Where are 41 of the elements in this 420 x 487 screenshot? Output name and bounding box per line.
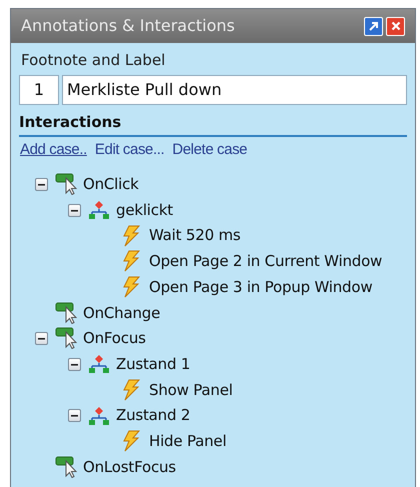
popout-button[interactable]: [364, 16, 383, 36]
event-cursor-icon: [55, 456, 79, 478]
field-label: Footnote and Label: [20, 50, 166, 71]
lightning-icon: [121, 224, 141, 247]
tree-item[interactable]: OnClick: [83, 173, 139, 196]
tree-item[interactable]: OnChange: [83, 302, 160, 324]
case-link[interactable]: Edit case...: [94, 139, 164, 162]
hierarchy-icon: [88, 200, 110, 220]
tree-item[interactable]: Zustand 1: [116, 352, 190, 376]
event-cursor-icon: [55, 173, 79, 196]
collapse-icon[interactable]: [35, 332, 48, 345]
tree-item[interactable]: OnFocus: [83, 327, 146, 350]
tree-item[interactable]: Open Page 2 in Current Window: [149, 250, 382, 273]
collapse-icon[interactable]: [68, 409, 81, 422]
hierarchy-icon: [88, 406, 110, 426]
footnote-number-field[interactable]: 1: [19, 74, 59, 104]
hierarchy-icon: [88, 354, 110, 374]
arrow-icon: [368, 20, 379, 32]
section-heading: Interactions: [19, 112, 122, 132]
close-icon: [390, 21, 400, 31]
case-link[interactable]: Delete case: [172, 139, 248, 162]
tree-item[interactable]: Zustand 2: [116, 404, 190, 427]
lightning-icon: [121, 276, 141, 298]
lightning-icon: [121, 430, 141, 452]
lightning-icon: [121, 378, 141, 401]
collapse-icon[interactable]: [68, 358, 81, 371]
tree-item[interactable]: Hide Panel: [149, 430, 226, 452]
label-field[interactable]: Merkliste Pull down: [62, 74, 407, 104]
collapse-icon[interactable]: [68, 204, 81, 217]
tree-item[interactable]: OnLostFocus: [83, 456, 176, 478]
window-title: Annotations & Interactions: [21, 15, 235, 37]
lightning-icon: [121, 250, 141, 272]
tree-item[interactable]: Open Page 3 in Popup Window: [149, 276, 372, 298]
tree-item[interactable]: geklickt: [116, 198, 173, 222]
event-cursor-icon: [55, 302, 79, 324]
tree-item[interactable]: Show Panel: [149, 378, 233, 402]
close-button[interactable]: [386, 16, 405, 36]
case-link[interactable]: Add case..: [20, 139, 87, 162]
event-cursor-icon: [55, 327, 79, 350]
tree-item[interactable]: Wait 520 ms: [149, 224, 241, 247]
collapse-icon[interactable]: [35, 178, 48, 191]
